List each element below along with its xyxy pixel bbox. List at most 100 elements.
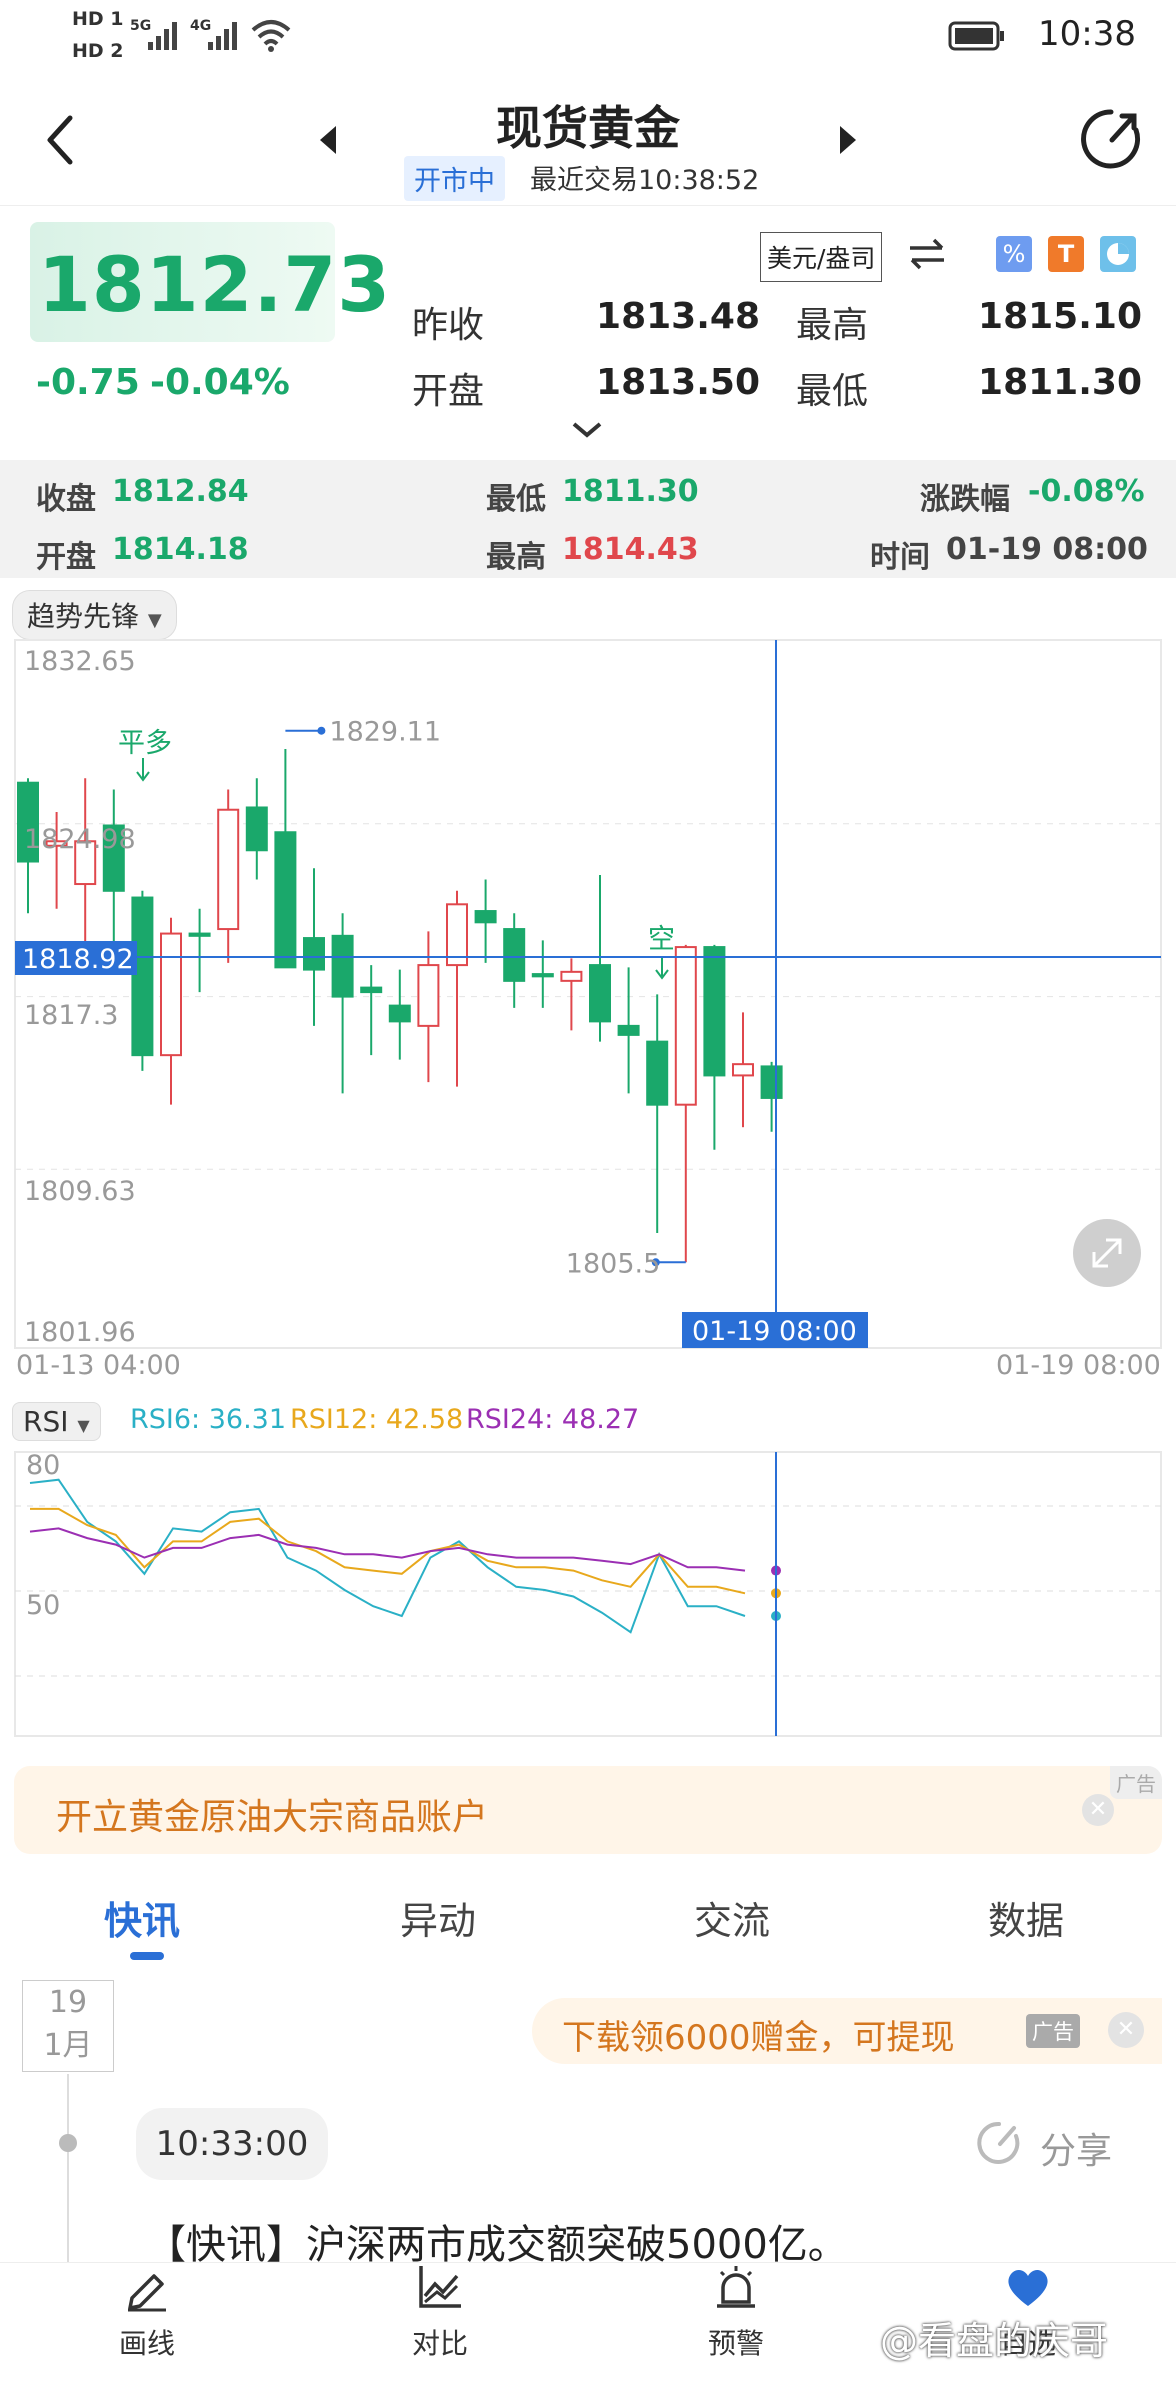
high-label: 最高	[796, 305, 869, 346]
header-divider	[0, 205, 1176, 206]
market-status-badge: 开市中	[404, 156, 505, 201]
news-ad-banner[interactable]: 下载领6000赠金，可提现 广告 ✕	[532, 1998, 1162, 2064]
candle-info-strip: 收盘 1812.84 最低 1811.30 涨跌幅 -0.08% 开盘 1814…	[0, 460, 1176, 578]
timeline-line	[67, 2074, 69, 2264]
candle-high-label: 最高	[486, 540, 546, 575]
indicator-selector[interactable]: 趋势先锋 ▼	[12, 590, 177, 640]
unit-selector[interactable]: 美元/盎司	[760, 232, 883, 282]
favorite-heart-icon	[1008, 2269, 1048, 2306]
candle-body	[531, 973, 554, 978]
candlestick-chart[interactable]: 1832.65 1824.98 1817.3 1809.63 1801.96 1…	[0, 636, 1176, 1376]
y-tick-label: 1824.98	[24, 824, 136, 855]
candle-chg-value: -0.08%	[1028, 474, 1145, 509]
rsi6-label: RSI6: 36.31	[130, 1404, 287, 1435]
price-change-pct: -0.04%	[150, 362, 290, 403]
candle-body	[474, 910, 497, 924]
page-title: 现货黄金	[496, 101, 680, 155]
candle-body	[417, 964, 440, 1027]
ad-tag: 广告	[1110, 1766, 1162, 1799]
price-change: -0.75	[36, 362, 140, 403]
candle-low-value: 1811.30	[562, 474, 699, 509]
pie-tool-icon[interactable]	[1100, 236, 1136, 272]
share-button[interactable]: 分享	[1040, 2122, 1112, 2174]
alarm-icon	[717, 2266, 755, 2308]
candle-chg-label: 涨跌幅	[920, 482, 1010, 517]
news-time: 10:33:00	[136, 2108, 328, 2180]
refresh-icon[interactable]	[1078, 106, 1144, 172]
candle-low-label: 最低	[486, 482, 546, 517]
x-axis-start: 01-13 04:00	[16, 1350, 181, 1381]
nav-alert[interactable]: 预警	[666, 2262, 806, 2362]
tab-discussion[interactable]: 交流	[694, 1890, 770, 1945]
dropdown-icon: ▼	[147, 610, 162, 631]
status-bar: HD 1 HD 2 5G 4G 10:38	[0, 0, 1176, 76]
share-icon[interactable]	[976, 2120, 1022, 2166]
candle-open-label: 开盘	[36, 540, 96, 575]
wifi-icon	[251, 20, 291, 52]
active-tab-indicator	[130, 1952, 164, 1960]
candle-body	[360, 986, 383, 994]
y-tick-label: 1832.65	[24, 646, 136, 677]
rsi-dropdown-icon: ▼	[77, 1416, 90, 1435]
compare-chart-icon	[419, 2266, 461, 2308]
news-ad-text: 下载领6000赠金，可提现	[562, 2018, 955, 2058]
open-value: 1813.50	[596, 362, 760, 403]
nav-draw-line-label: 画线	[118, 2327, 175, 2360]
chart-frame	[14, 639, 1162, 1349]
candle-time-value: 01-19 08:00	[946, 532, 1148, 567]
candle-body	[331, 934, 354, 998]
candle-body	[274, 831, 297, 969]
current-price: 1812.73	[38, 240, 392, 329]
nav-compare[interactable]: 对比	[370, 2262, 510, 2362]
y-tick-label: 1809.63	[24, 1176, 136, 1207]
sim2-label: HD 2	[72, 40, 124, 62]
candle-body	[217, 808, 240, 931]
close-icon[interactable]: ✕	[1082, 1794, 1114, 1826]
rsi24-label: RSI24: 48.27	[466, 1404, 640, 1435]
tab-data[interactable]: 数据	[988, 1890, 1064, 1945]
percent-tool-icon[interactable]: %	[996, 236, 1032, 272]
crosshair-price-label: 1818.92	[22, 944, 134, 975]
date-card: 19 1月	[22, 1980, 114, 2072]
expand-chevron-icon[interactable]	[570, 420, 604, 440]
last-trade-time: 最近交易10:38:52	[530, 165, 760, 196]
nav-alert-label: 预警	[707, 2327, 764, 2360]
chart-grid	[15, 823, 1161, 1170]
signal-icon-2	[208, 22, 237, 50]
candle-body	[131, 896, 154, 1057]
timeline-dot	[59, 2134, 77, 2152]
tab-alerts[interactable]: 异动	[400, 1890, 476, 1945]
rsi12-line	[30, 1507, 746, 1595]
low-label: 最低	[796, 371, 869, 412]
date-day: 19	[48, 1985, 88, 2020]
max-dot	[317, 726, 326, 735]
rsi-tick-80: 80	[26, 1450, 60, 1481]
candle-high-value: 1814.43	[562, 532, 699, 567]
candle-body	[160, 932, 182, 1057]
candle-open-value: 1814.18	[112, 532, 249, 567]
signal-icon	[148, 22, 177, 50]
candle-body	[703, 946, 726, 1077]
draw-line-icon	[128, 2274, 166, 2312]
rsi-selector[interactable]: RSI ▼	[12, 1402, 101, 1441]
t-tool-icon[interactable]: T	[1048, 236, 1084, 272]
signal-arrow-icon	[655, 956, 669, 980]
next-instrument-icon[interactable]	[836, 124, 860, 156]
candle-body	[617, 1024, 640, 1036]
ad-banner[interactable]: 开立黄金原油大宗商品账户 广告 ✕	[14, 1766, 1162, 1854]
news-ad-close-icon[interactable]: ✕	[1108, 2012, 1144, 2048]
candle-body	[674, 946, 697, 1106]
swap-icon[interactable]	[906, 236, 948, 272]
rsi-frame	[14, 1451, 1162, 1737]
tab-news[interactable]: 快讯	[104, 1890, 180, 1945]
rsi-chart: 80 50	[14, 1450, 1162, 1737]
signal-long-label: 平多	[118, 728, 172, 759]
prev-close-label: 昨收	[412, 305, 485, 346]
candle-body	[646, 1040, 669, 1106]
x-axis-end: 01-19 08:00	[996, 1350, 1161, 1381]
watermark: @看盘的庆哥	[880, 2319, 1109, 2363]
status-time: 10:38	[1038, 14, 1136, 54]
nav-draw-line[interactable]: 画线	[77, 2262, 217, 2362]
candle-time-label: 时间	[870, 540, 930, 575]
candle-body	[388, 1004, 411, 1023]
